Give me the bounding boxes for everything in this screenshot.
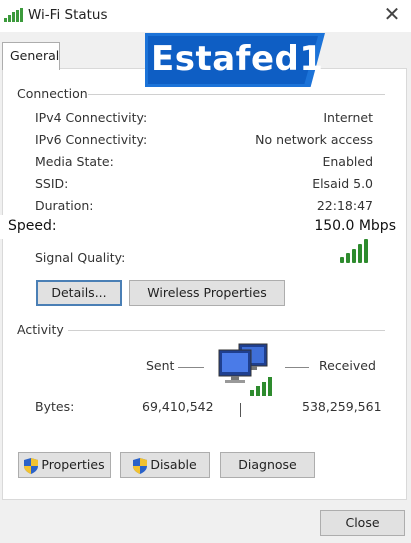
watermark-logo: Estafed1: [145, 33, 325, 87]
tab-general-label: General: [10, 48, 60, 63]
watermark-text: Estafed1: [151, 39, 324, 79]
ssid-value: Elsaid 5.0: [312, 176, 373, 191]
media-state-label: Media State:: [35, 154, 114, 169]
disable-button[interactable]: Disable: [120, 452, 210, 478]
duration-value: 22:18:47: [316, 198, 373, 213]
disable-label: Disable: [150, 457, 197, 472]
uac-shield-icon: [133, 457, 148, 474]
speed-row: Speed: 150.0 Mbps: [0, 215, 405, 239]
sent-label: Sent: [146, 358, 175, 373]
received-line: [285, 367, 309, 368]
connection-group-label: Connection: [17, 86, 88, 101]
close-icon[interactable]: ✕: [380, 2, 404, 26]
diagnose-button[interactable]: Diagnose: [220, 452, 315, 478]
activity-group-label: Activity: [17, 322, 64, 337]
uac-shield-icon: [24, 457, 39, 474]
close-button[interactable]: Close: [320, 510, 405, 536]
received-label: Received: [319, 358, 376, 373]
title-bar: Wi-Fi Status ✕: [0, 0, 411, 32]
speed-label: Speed:: [8, 218, 57, 234]
wifi-signal-icon: [4, 8, 24, 22]
details-button[interactable]: Details...: [36, 280, 122, 306]
ipv4-value: Internet: [323, 110, 373, 125]
ssid-label: SSID:: [35, 176, 69, 191]
properties-button[interactable]: Properties: [18, 452, 111, 478]
sent-line: [178, 367, 204, 368]
properties-label: Properties: [41, 457, 105, 472]
network-computers-icon: [218, 343, 272, 396]
tab-general[interactable]: General: [2, 42, 60, 70]
bytes-separator: [240, 403, 241, 417]
media-state-value: Enabled: [322, 154, 373, 169]
duration-label: Duration:: [35, 198, 94, 213]
signal-quality-label: Signal Quality:: [35, 250, 126, 265]
wireless-properties-button[interactable]: Wireless Properties: [129, 280, 285, 306]
bytes-sent-value: 69,410,542: [142, 399, 214, 414]
ipv6-label: IPv6 Connectivity:: [35, 132, 148, 147]
connection-divider: [88, 94, 385, 95]
activity-divider: [68, 330, 385, 331]
ipv4-label: IPv4 Connectivity:: [35, 110, 148, 125]
ipv6-value: No network access: [255, 132, 373, 147]
signal-quality-icon: [340, 239, 370, 263]
window-title: Wi-Fi Status: [28, 7, 108, 23]
bytes-label: Bytes:: [35, 399, 75, 414]
speed-value: 150.0 Mbps: [314, 218, 396, 234]
bytes-received-value: 538,259,561: [302, 399, 382, 414]
